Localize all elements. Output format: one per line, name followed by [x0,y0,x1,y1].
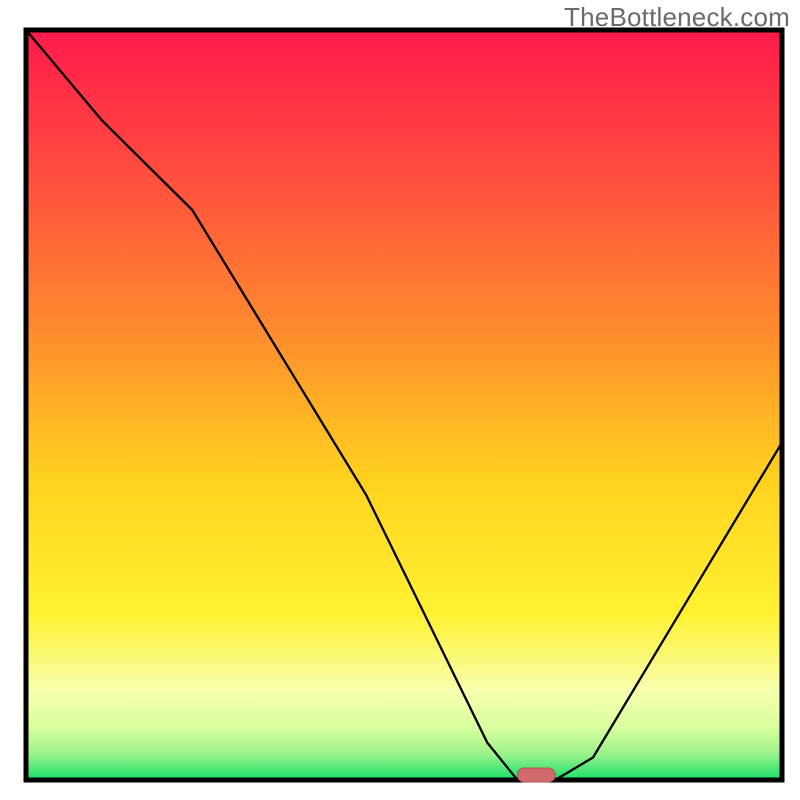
plot-background [26,30,782,780]
watermark-text: TheBottleneck.com [564,2,790,33]
bottleneck-chart [0,0,800,800]
chart-frame: TheBottleneck.com [0,0,800,800]
optimal-marker [517,768,555,782]
